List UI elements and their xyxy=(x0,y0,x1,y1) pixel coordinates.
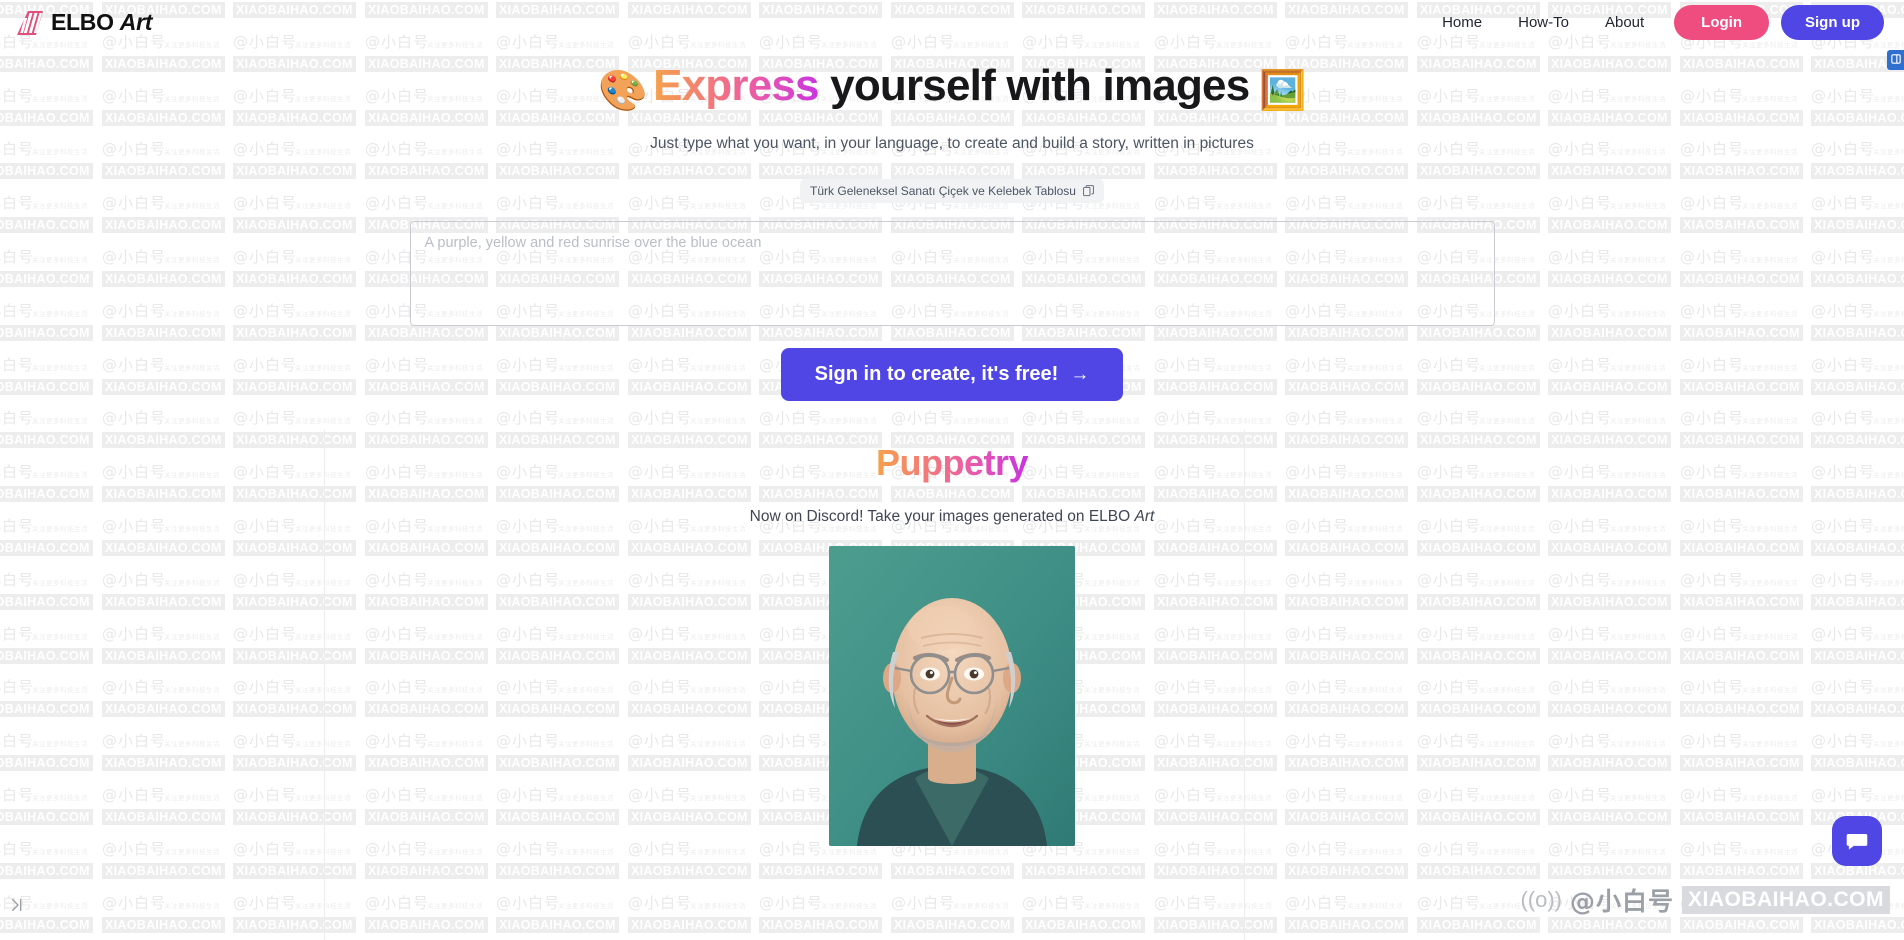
section-title: Puppetry xyxy=(0,442,1904,484)
watermark-tile: @小白号关注更多科技生活XIAOBAIHAO.COM xyxy=(1680,841,1840,880)
brand-name-suffix: Art xyxy=(119,9,153,35)
watermark-tile: @小白号关注更多科技生活XIAOBAIHAO.COM xyxy=(0,841,130,880)
arrow-right-icon: → xyxy=(1070,363,1090,385)
collapse-icon[interactable] xyxy=(10,897,26,918)
section-image-wrapper xyxy=(0,546,1904,846)
suggestion-chip-row: Türk Geleneksel Sanatı Çiçek ve Kelebek … xyxy=(0,179,1904,203)
page-root: @小白号关注更多科技生活XIAOBAIHAO.COM@小白号关注更多科技生活XI… xyxy=(0,0,1904,940)
brand-name: ELBO Art xyxy=(51,11,152,34)
watermark-tile: @小白号关注更多科技生活XIAOBAIHAO.COM xyxy=(628,841,788,880)
elbo-logo-icon xyxy=(17,10,43,35)
watermark-tile: @小白号关注更多科技生活XIAOBAIHAO.COM xyxy=(233,895,393,934)
signup-button[interactable]: Sign up xyxy=(1781,5,1884,40)
top-navigation-bar: ELBO Art Home How-To About Login Sign up xyxy=(0,0,1904,45)
watermark-tile: @小白号关注更多科技生活XIAOBAIHAO.COM xyxy=(496,841,656,880)
hero-subtitle: Just type what you want, in your languag… xyxy=(650,135,1254,152)
sign-in-to-create-button[interactable]: Sign in to create, it's free! → xyxy=(780,348,1124,401)
watermark-tile: @小白号关注更多科技生活XIAOBAIHAO.COM xyxy=(1022,895,1182,934)
section-title-text: Puppetry xyxy=(875,442,1029,483)
watermark-tile: @小白号关注更多科技生活XIAOBAIHAO.COM xyxy=(1022,841,1182,880)
section-subtitle: Now on Discord! Take your images generat… xyxy=(0,508,1904,526)
brand-logo[interactable]: ELBO Art xyxy=(14,10,152,36)
watermark-tile: @小白号关注更多科技生活XIAOBAIHAO.COM xyxy=(1285,895,1445,934)
nav-link-about[interactable]: About xyxy=(1587,8,1662,37)
section-right-rule xyxy=(1244,430,1245,940)
chat-bubble-button[interactable] xyxy=(1832,816,1882,866)
section-left-rule xyxy=(324,430,325,940)
portrait-svg xyxy=(829,546,1075,846)
watermark-tile: @小白号关注更多科技生活XIAOBAIHAO.COM xyxy=(496,895,656,934)
section-subtitle-italic: Art xyxy=(1134,508,1155,525)
palette-emoji-icon: 🎨 xyxy=(598,69,648,113)
hero-section: 🎨 Express yourself with images 🖼️ Just typ… xyxy=(0,0,1904,401)
cta-row: Sign in to create, it's free! → xyxy=(0,348,1904,401)
login-button[interactable]: Login xyxy=(1674,5,1769,40)
watermark-tile: @小白号关注更多科技生活XIAOBAIHAO.COM xyxy=(759,841,919,880)
puppetry-section: Puppetry Now on Discord! Take your image… xyxy=(0,430,1904,940)
cta-label: Sign in to create, it's free! xyxy=(814,363,1059,385)
nav-link-home[interactable]: Home xyxy=(1424,8,1500,37)
watermark-domain: XIAOBAIHAO.COM xyxy=(1682,886,1890,914)
watermark-tile: @小白号关注更多科技生活XIAOBAIHAO.COM xyxy=(365,841,525,880)
watermark-tile: @小白号关注更多科技生活XIAOBAIHAO.COM xyxy=(628,895,788,934)
headline-gradient-word: Express xyxy=(653,61,819,110)
watermark-tile: @小白号关注更多科技生活XIAOBAIHAO.COM xyxy=(1154,841,1314,880)
watermark-tile: @小白号关注更多科技生活XIAOBAIHAO.COM xyxy=(891,895,1051,934)
watermark-tile: @小白号关注更多科技生活XIAOBAIHAO.COM xyxy=(891,841,1051,880)
watermark-tile: @小白号关注更多科技生活XIAOBAIHAO.COM xyxy=(1548,841,1708,880)
framed-picture-emoji-icon: 🖼️ xyxy=(1259,70,1306,112)
watermark-tile: @小白号关注更多科技生活XIAOBAIHAO.COM xyxy=(1154,895,1314,934)
section-subtitle-text: Now on Discord! Take your images generat… xyxy=(749,508,1135,525)
signal-icon: ((o)) xyxy=(1520,887,1562,912)
sidebar-tab-icon[interactable] xyxy=(1887,50,1904,70)
headline-rest: yourself with images xyxy=(818,61,1250,110)
chat-bubble-icon xyxy=(1846,833,1868,850)
watermark-tile: @小白号关注更多科技生活XIAOBAIHAO.COM xyxy=(365,895,525,934)
copy-icon[interactable] xyxy=(1082,185,1094,197)
corner-watermark: ((o)) @小白号 XIAOBAIHAO.COM xyxy=(1520,882,1890,918)
watermark-tile: @小白号关注更多科技生活XIAOBAIHAO.COM xyxy=(102,841,262,880)
watermark-handle: @小白号 xyxy=(1569,887,1674,916)
prompt-input[interactable] xyxy=(409,221,1495,326)
prompt-suggestion-chip[interactable]: Türk Geleneksel Sanatı Çiçek ve Kelebek … xyxy=(800,179,1104,203)
brand-name-main: ELBO xyxy=(51,9,114,35)
portrait-illustration xyxy=(829,546,1075,846)
page-title: 🎨 Express yourself with images 🖼️ xyxy=(0,61,1904,113)
prompt-input-wrapper xyxy=(0,221,1904,326)
watermark-tile: @小白号关注更多科技生活XIAOBAIHAO.COM xyxy=(233,841,393,880)
watermark-tile: @小白号关注更多科技生活XIAOBAIHAO.COM xyxy=(759,895,919,934)
watermark-tile: @小白号关注更多科技生活XIAOBAIHAO.COM xyxy=(1285,841,1445,880)
watermark-tile: @小白号关注更多科技生活XIAOBAIHAO.COM xyxy=(1417,841,1577,880)
nav-links: Home How-To About Login Sign up xyxy=(1424,5,1884,40)
prompt-suggestion-text: Türk Geleneksel Sanatı Çiçek ve Kelebek … xyxy=(810,184,1076,198)
watermark-tile: @小白号关注更多科技生活XIAOBAIHAO.COM xyxy=(102,895,262,934)
nav-link-how-to[interactable]: How-To xyxy=(1500,8,1587,37)
